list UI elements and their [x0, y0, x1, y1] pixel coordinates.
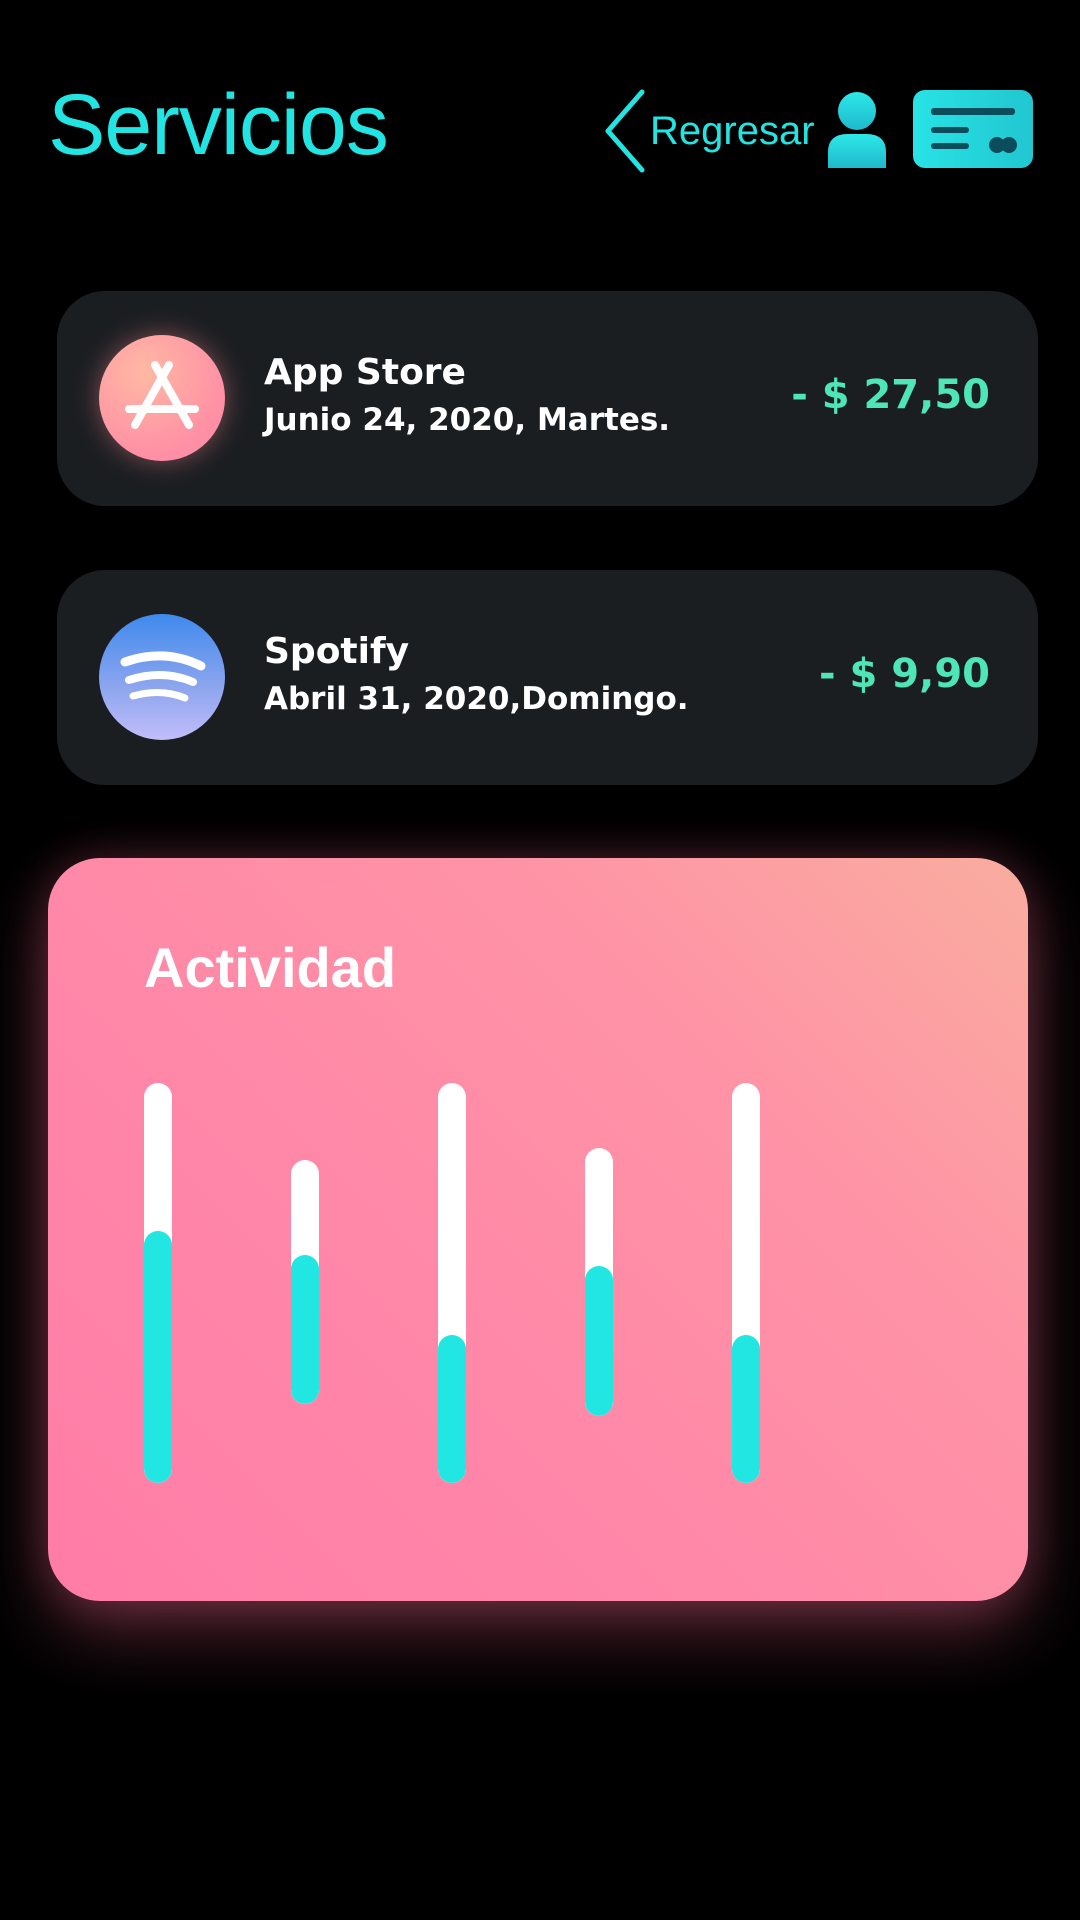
transaction-amount: - $ 9,90 — [819, 651, 990, 697]
activity-bar — [438, 1083, 466, 1483]
activity-bar-fill — [291, 1255, 319, 1404]
transaction-date: Junio 24, 2020, Martes. — [264, 402, 671, 438]
activity-bar — [144, 1083, 172, 1483]
transaction-date: Abril 31, 2020,Domingo. — [264, 681, 689, 717]
transaction-card-spotify[interactable]: Spotify Abril 31, 2020,Domingo. - $ 9,90 — [57, 570, 1038, 785]
activity-bar — [585, 1148, 613, 1416]
activity-bar — [291, 1160, 319, 1404]
activity-card: Actividad — [48, 858, 1028, 1601]
back-button[interactable]: Regresar — [602, 88, 815, 174]
app-store-icon — [99, 335, 225, 461]
credit-card-button[interactable] — [913, 90, 1033, 168]
chevron-left-icon — [605, 89, 645, 173]
transaction-name: Spotify — [264, 631, 410, 672]
user-icon[interactable] — [826, 90, 888, 168]
credit-card-icon — [931, 108, 1017, 153]
activity-bar-fill — [732, 1335, 760, 1483]
activity-bar-fill — [144, 1231, 172, 1483]
activity-bar — [732, 1083, 760, 1483]
transaction-name: App Store — [264, 352, 466, 393]
activity-bar-fill — [438, 1335, 466, 1483]
transaction-card-app-store[interactable]: App Store Junio 24, 2020, Martes. - $ 27… — [57, 291, 1038, 506]
back-label: Regresar — [650, 109, 815, 153]
transaction-amount: - $ 27,50 — [791, 372, 990, 418]
activity-title: Actividad — [144, 936, 397, 999]
page-title: Servicios — [48, 77, 389, 173]
spotify-icon — [99, 614, 225, 740]
activity-bar-fill — [585, 1265, 613, 1416]
